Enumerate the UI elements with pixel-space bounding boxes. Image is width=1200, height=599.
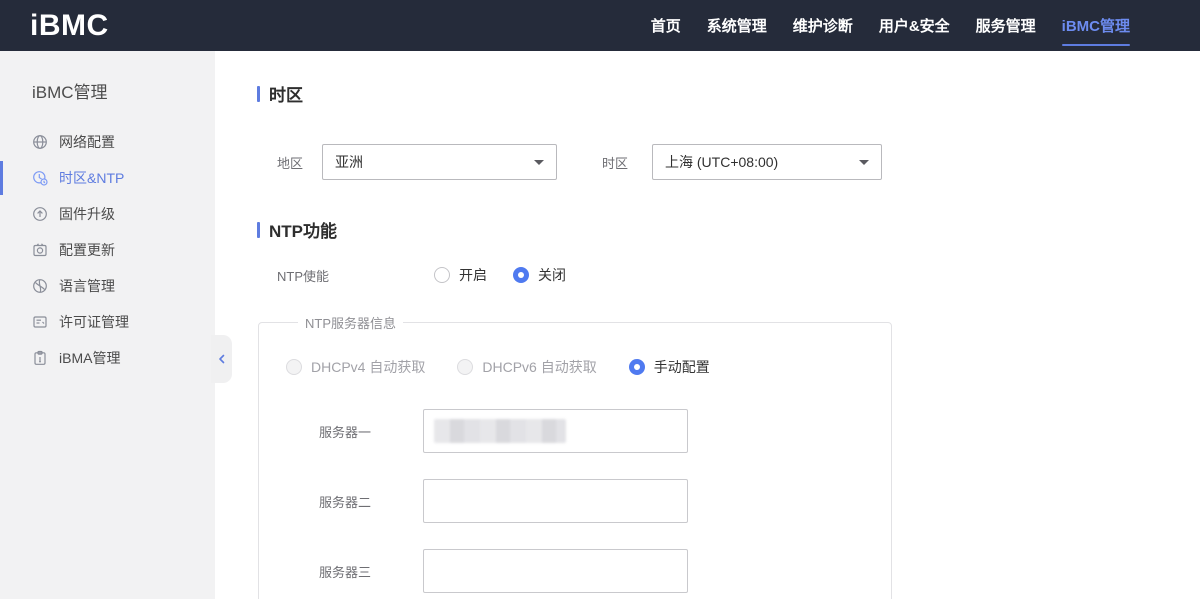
ntp-enable-row: NTP使能 开启 关闭 <box>257 265 1200 285</box>
region-label: 地区 <box>277 153 322 172</box>
radio-label: 关闭 <box>538 265 566 285</box>
ibmc-app: iBMC 首页 系统管理 维护诊断 用户&安全 服务管理 iBMC管理 iBMC… <box>0 0 1200 599</box>
chevron-down-icon <box>859 160 869 165</box>
sidebar-item-label: 固件升级 <box>59 204 115 224</box>
network-icon <box>32 134 48 150</box>
sidebar-item-label: 网络配置 <box>59 132 115 152</box>
server-two-input[interactable] <box>423 479 688 523</box>
nav-item-services[interactable]: 服务管理 <box>976 0 1036 51</box>
top-navbar: iBMC 首页 系统管理 维护诊断 用户&安全 服务管理 iBMC管理 <box>0 0 1200 51</box>
server-three-input-wrap <box>423 549 688 593</box>
server-two-input-wrap <box>423 479 688 523</box>
sidebar-item-ibma[interactable]: iBMA管理 <box>0 340 215 376</box>
radio-disabled-icon[interactable] <box>457 359 473 375</box>
sidebar: iBMC管理 网络配置 时区&NTP <box>0 51 215 599</box>
sidebar-item-label: 配置更新 <box>59 240 115 260</box>
sidebar-item-label: 语言管理 <box>59 276 115 296</box>
server-one-input-wrap <box>423 409 688 453</box>
sidebar-item-label: iBMA管理 <box>59 348 120 368</box>
config-update-icon <box>32 242 48 258</box>
radio-unselected-icon[interactable] <box>434 267 450 283</box>
sidebar-item-license[interactable]: 许可证管理 <box>0 304 215 340</box>
region-select-value: 亚洲 <box>335 152 363 172</box>
ntp-enable-label: NTP使能 <box>277 266 434 285</box>
sidebar-item-network[interactable]: 网络配置 <box>0 124 215 160</box>
sidebar-collapse-button[interactable] <box>211 335 232 383</box>
nav-item-maintenance[interactable]: 维护诊断 <box>793 0 853 51</box>
nav-item-system[interactable]: 系统管理 <box>707 0 767 51</box>
dhcpv6-auto-option[interactable]: DHCPv6 自动获取 <box>457 357 596 377</box>
ntp-server-mode-row: DHCPv4 自动获取 DHCPv6 自动获取 手动配置 <box>286 357 891 377</box>
ntp-section-title: NTP功能 <box>257 217 1200 242</box>
license-icon <box>32 314 48 330</box>
sidebar-item-timezone-ntp[interactable]: 时区&NTP <box>0 160 215 196</box>
timezone-form-row: 地区 亚洲 时区 上海 (UTC+08:00) <box>257 144 1200 180</box>
sidebar-item-label: 时区&NTP <box>59 168 124 188</box>
radio-label: 开启 <box>459 265 487 285</box>
section-accent-bar <box>257 222 260 238</box>
nav-item-user-security[interactable]: 用户&安全 <box>879 0 950 51</box>
radio-label: DHCPv6 自动获取 <box>482 357 596 377</box>
section-title-text: NTP功能 <box>269 217 337 242</box>
server-three-input[interactable] <box>423 549 688 593</box>
ntp-enable-on-option[interactable]: 开启 <box>434 265 487 285</box>
radio-selected-icon[interactable] <box>629 359 645 375</box>
manual-config-option[interactable]: 手动配置 <box>629 357 710 377</box>
ntp-enable-off-option[interactable]: 关闭 <box>513 265 566 285</box>
language-icon <box>32 278 48 294</box>
radio-label: 手动配置 <box>654 357 710 377</box>
section-title-text: 时区 <box>269 81 303 106</box>
server-two-row: 服务器二 <box>286 479 891 523</box>
region-select[interactable]: 亚洲 <box>322 144 557 180</box>
sidebar-item-language[interactable]: 语言管理 <box>0 268 215 304</box>
section-accent-bar <box>257 86 260 102</box>
ntp-enable-radio-group: 开启 关闭 <box>434 265 592 285</box>
timezone-label: 时区 <box>602 153 652 172</box>
timezone-select[interactable]: 上海 (UTC+08:00) <box>652 144 882 180</box>
timezone-section-title: 时区 <box>257 81 1200 106</box>
ntp-server-group-legend: NTP服务器信息 <box>298 313 403 332</box>
sidebar-title: iBMC管理 <box>0 51 215 103</box>
server-three-row: 服务器三 <box>286 549 891 593</box>
server-one-input[interactable] <box>423 409 688 453</box>
chevron-down-icon <box>534 160 544 165</box>
timezone-section: 时区 地区 亚洲 时区 上海 (UTC+08:00) <box>257 81 1200 180</box>
nav-item-home[interactable]: 首页 <box>651 0 681 51</box>
top-nav-menu: 首页 系统管理 维护诊断 用户&安全 服务管理 iBMC管理 <box>651 0 1130 51</box>
ntp-section: NTP功能 NTP使能 开启 关闭 <box>257 217 1200 599</box>
timezone-icon <box>32 170 48 186</box>
ibma-icon <box>32 350 48 366</box>
ibmc-logo: iBMC <box>30 9 109 43</box>
nav-item-ibmc-management[interactable]: iBMC管理 <box>1062 0 1130 51</box>
main-content: 时区 地区 亚洲 时区 上海 (UTC+08:00) <box>215 51 1200 599</box>
server-two-label: 服务器二 <box>319 492 423 511</box>
server-three-label: 服务器三 <box>319 562 423 581</box>
sidebar-item-config-update[interactable]: 配置更新 <box>0 232 215 268</box>
radio-label: DHCPv4 自动获取 <box>311 357 425 377</box>
sidebar-item-firmware-upgrade[interactable]: 固件升级 <box>0 196 215 232</box>
firmware-upgrade-icon <box>32 206 48 222</box>
page-body: iBMC管理 网络配置 时区&NTP <box>0 51 1200 599</box>
server-one-label: 服务器一 <box>319 422 423 441</box>
dhcpv4-auto-option[interactable]: DHCPv4 自动获取 <box>286 357 425 377</box>
radio-disabled-icon[interactable] <box>286 359 302 375</box>
chevron-left-icon <box>216 353 228 365</box>
radio-selected-icon[interactable] <box>513 267 529 283</box>
sidebar-menu: 网络配置 时区&NTP 固件升级 <box>0 124 215 376</box>
server-one-row: 服务器一 <box>286 409 891 453</box>
timezone-select-value: 上海 (UTC+08:00) <box>665 152 778 172</box>
sidebar-item-label: 许可证管理 <box>59 312 129 332</box>
ntp-server-group: NTP服务器信息 DHCPv4 自动获取 DHCPv6 自动获取 手动配 <box>258 313 892 599</box>
